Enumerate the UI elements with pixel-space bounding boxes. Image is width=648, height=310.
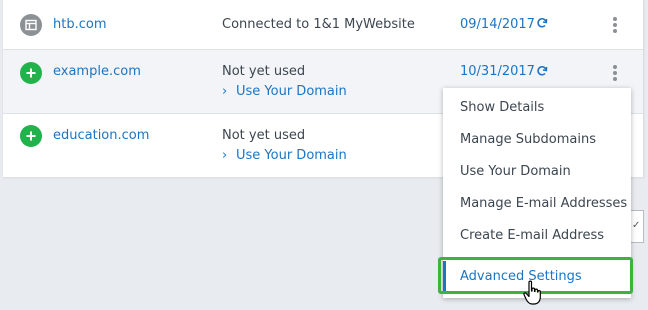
domain-name-link[interactable]: htb.com [53, 17, 107, 32]
refresh-icon[interactable] [536, 65, 548, 81]
website-icon [20, 14, 42, 36]
chevron-right-icon: › [222, 84, 228, 99]
more-options-icon[interactable] [611, 65, 619, 83]
expiry-date: 10/31/2017 [460, 64, 535, 79]
expiry-date: 09/14/2017 [460, 17, 535, 32]
plus-icon[interactable] [20, 125, 42, 147]
menu-item-use-your-domain[interactable]: Use Your Domain [443, 156, 631, 188]
domain-name-link[interactable]: education.com [53, 128, 149, 143]
refresh-icon[interactable] [536, 17, 548, 33]
more-options-icon[interactable] [611, 17, 619, 35]
domain-status: Not yet used [222, 64, 306, 79]
domain-status: Connected to 1&1 MyWebsite [222, 17, 415, 32]
plus-icon[interactable] [20, 62, 42, 84]
menu-item-show-details[interactable]: Show Details [443, 92, 631, 124]
domain-name-link[interactable]: example.com [53, 64, 141, 79]
menu-item-manage-email-addresses[interactable]: Manage E-mail Addresses [443, 188, 631, 220]
use-your-domain-link[interactable]: › Use Your Domain [222, 84, 347, 99]
table-row: htb.com Connected to 1&1 MyWebsite 09/14… [3, 0, 643, 50]
menu-item-create-email-address[interactable]: Create E-mail Address [443, 220, 631, 252]
use-your-domain-link[interactable]: › Use Your Domain [222, 148, 347, 163]
domain-status: Not yet used [222, 128, 306, 143]
chevron-down-icon: ✓ [632, 220, 641, 231]
chevron-right-icon: › [222, 148, 228, 163]
select-dropdown[interactable]: ✓ [630, 210, 644, 243]
hand-cursor-icon [523, 280, 543, 310]
menu-item-manage-subdomains[interactable]: Manage Subdomains [443, 124, 631, 156]
